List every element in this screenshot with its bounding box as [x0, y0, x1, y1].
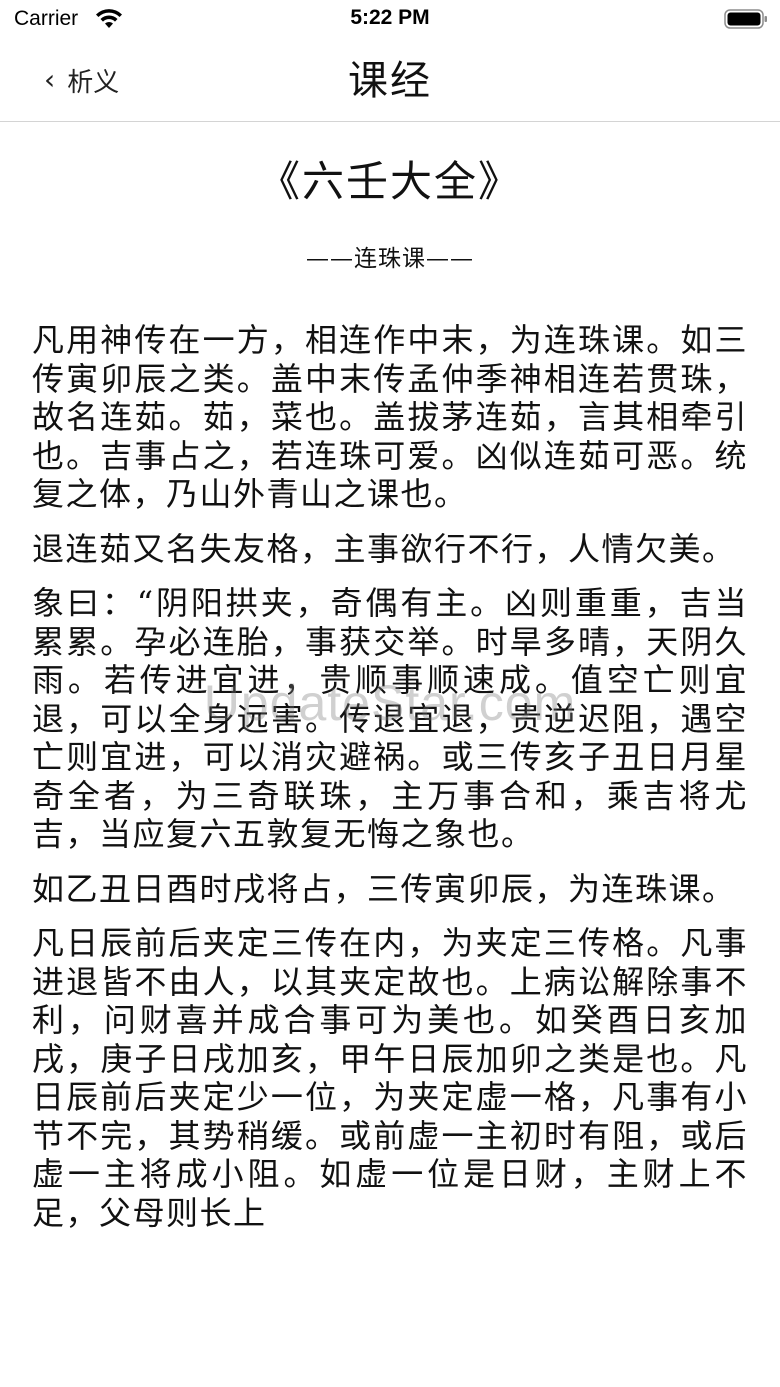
section-subtitle: ——连珠课——: [306, 246, 474, 272]
paragraph: 象曰：“阴阳拱夹，奇偶有主。凶则重重，吉当累累。孕必连胎，事获交举。时旱多晴，天…: [32, 584, 748, 853]
paragraph: 如乙丑日酉时戌将占，三传寅卯辰，为连珠课。: [32, 869, 736, 908]
status-time: 5:22 PM: [350, 6, 430, 29]
page-title: 课经: [348, 58, 432, 104]
paragraph: 退连茹又名失友格，主事欲行不行，人情欠美。: [32, 529, 736, 568]
book-title: 《六壬大全》: [257, 157, 522, 206]
navigation-bar: ‹ 析义 课经: [0, 44, 780, 122]
battery-icon: [724, 9, 767, 29]
status-bar: Carrier 5:22 PM: [0, 0, 780, 44]
paragraph: 凡日辰前后夹定三传在内，为夹定三传格。凡事进退皆不由人，以其夹定故也。上病讼解除…: [32, 924, 748, 1232]
article-content: 《六壬大全》 ——连珠课—— 凡用神传在一方，相连作中末，为连珠课。如三传寅卯辰…: [32, 122, 748, 1232]
paragraph: 凡用神传在一方，相连作中末，为连珠课。如三传寅卯辰之类。盖中末传孟仲季神相连若贯…: [32, 321, 748, 513]
